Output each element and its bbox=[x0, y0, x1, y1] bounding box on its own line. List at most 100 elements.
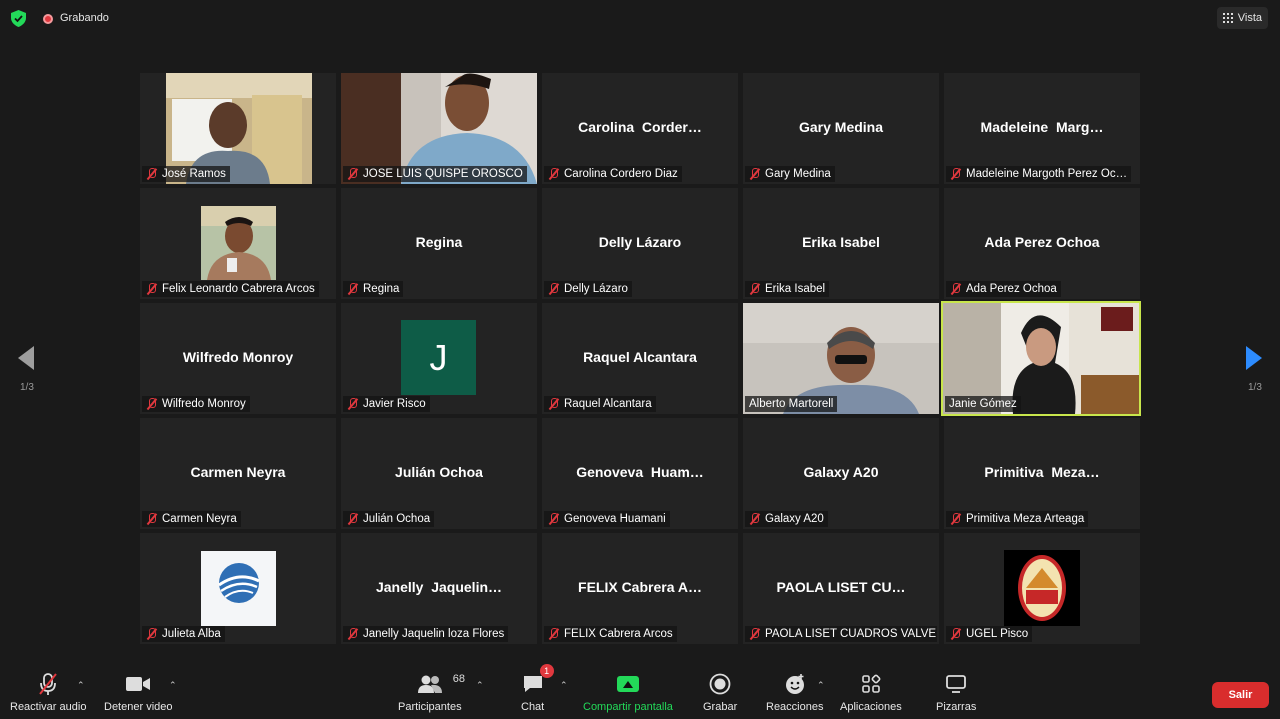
participant-tile[interactable]: Delly Lázaro Delly Lázaro bbox=[542, 188, 738, 299]
participant-label: PAOLA LISET CUADROS VALVE… bbox=[745, 626, 937, 642]
participant-tile[interactable]: Ada Perez Ochoa Ada Perez Ochoa bbox=[944, 188, 1140, 299]
participant-name: PAOLA LISET CU… bbox=[776, 579, 906, 595]
whiteboards-button[interactable]: Pizarras bbox=[936, 672, 976, 713]
view-label: Vista bbox=[1237, 12, 1262, 24]
view-button[interactable]: Vista bbox=[1216, 7, 1268, 29]
stop-video-button[interactable]: Detener video bbox=[104, 672, 173, 713]
unmute-audio-button[interactable]: Reactivar audio bbox=[10, 672, 86, 713]
muted-mic-icon bbox=[749, 513, 761, 525]
audio-options-chevron-icon[interactable]: ⌃ bbox=[77, 680, 85, 690]
participant-tile[interactable]: Wilfredo Monroy Wilfredo Monroy bbox=[140, 303, 336, 414]
share-screen-button[interactable]: Compartir pantalla bbox=[583, 672, 673, 713]
participant-tile[interactable]: Madeleine Marg… Madeleine Margoth Perez … bbox=[944, 73, 1140, 184]
participant-tile[interactable]: Gary Medina Gary Medina bbox=[743, 73, 939, 184]
participant-tile-active-speaker[interactable]: Janie Gómez bbox=[941, 301, 1141, 416]
participant-name: Galaxy A20 bbox=[803, 464, 879, 480]
muted-mic-icon bbox=[950, 283, 962, 295]
participant-tile[interactable]: Julieta Alba bbox=[140, 533, 336, 644]
muted-mic-icon bbox=[146, 513, 158, 525]
participant-name: Regina bbox=[415, 234, 463, 250]
participant-tile[interactable]: Felix Leonardo Cabrera Arcos bbox=[140, 188, 336, 299]
meeting-toolbar: Reactivar audio ⌃ Detener video ⌃ 68 Par… bbox=[0, 660, 1280, 719]
apps-button[interactable]: Aplicaciones bbox=[840, 672, 902, 713]
participant-name: Genoveva Huam… bbox=[576, 464, 704, 480]
muted-mic-icon bbox=[749, 168, 761, 180]
participant-tile[interactable]: PAOLA LISET CU… PAOLA LISET CUADROS VALV… bbox=[743, 533, 939, 644]
participant-label: Regina bbox=[343, 281, 404, 297]
participant-label: Gary Medina bbox=[745, 166, 835, 182]
participant-tile[interactable]: Regina Regina bbox=[341, 188, 537, 299]
participant-tile[interactable]: Galaxy A20 Galaxy A20 bbox=[743, 418, 939, 529]
camara-comercio-logo bbox=[201, 551, 276, 626]
page-indicator-right: 1/3 bbox=[1248, 382, 1262, 393]
chat-options-chevron-icon[interactable]: ⌃ bbox=[560, 680, 568, 690]
reactions-label: Reacciones bbox=[766, 701, 824, 713]
apps-label: Aplicaciones bbox=[840, 701, 902, 713]
participant-tile[interactable]: FELIX Cabrera A… FELIX Cabrera Arcos bbox=[542, 533, 738, 644]
participant-tile[interactable]: Alberto Martorell bbox=[743, 303, 939, 414]
participant-label: Wilfredo Monroy bbox=[142, 396, 250, 412]
participant-tile[interactable]: Carmen Neyra Carmen Neyra bbox=[140, 418, 336, 529]
arrow-right-icon bbox=[1246, 346, 1262, 370]
share-screen-icon bbox=[616, 676, 639, 692]
reactions-options-chevron-icon[interactable]: ⌃ bbox=[817, 680, 825, 690]
participant-tile[interactable]: J Javier Risco bbox=[341, 303, 537, 414]
participant-tile[interactable]: JOSE LUIS QUISPE OROSCO bbox=[341, 73, 537, 184]
chat-button[interactable]: 1 Chat bbox=[521, 664, 554, 713]
participant-name: Julián Ochoa bbox=[395, 464, 483, 480]
stop-video-label: Detener video bbox=[104, 701, 173, 713]
participant-label: Felix Leonardo Cabrera Arcos bbox=[142, 281, 319, 297]
recording-label: Grabando bbox=[60, 12, 109, 24]
smiley-icon bbox=[784, 672, 806, 696]
record-button[interactable]: Grabar bbox=[703, 672, 737, 713]
ugel-pisco-logo bbox=[1004, 550, 1080, 626]
muted-mic-icon bbox=[347, 628, 359, 640]
gallery-view: José Ramos JOSE LUIS QUISPE OROSCO Carol… bbox=[140, 73, 1141, 645]
chat-bubble-icon: 1 bbox=[522, 664, 554, 696]
participant-label: Janelly Jaquelin loza Flores bbox=[343, 626, 509, 642]
participant-tile[interactable]: Raquel Alcantara Raquel Alcantara bbox=[542, 303, 738, 414]
participant-name: Madeleine Marg… bbox=[980, 119, 1104, 135]
participant-label: Javier Risco bbox=[343, 396, 430, 412]
participant-tile[interactable]: José Ramos bbox=[140, 73, 336, 184]
reactions-button[interactable]: Reacciones bbox=[766, 672, 823, 713]
participants-button[interactable]: 68 Participantes bbox=[398, 672, 465, 713]
previous-page-button[interactable]: 1/3 bbox=[16, 346, 36, 406]
participant-tile[interactable]: Janelly Jaquelin… Janelly Jaquelin loza … bbox=[341, 533, 537, 644]
participant-label: Alberto Martorell bbox=[745, 396, 838, 412]
security-shield-icon[interactable] bbox=[11, 10, 26, 27]
participant-label: Janie Gómez bbox=[945, 396, 1021, 412]
recording-icon bbox=[43, 14, 53, 24]
participant-label: Julieta Alba bbox=[142, 626, 225, 642]
muted-mic-icon bbox=[749, 283, 761, 295]
chat-unread-badge: 1 bbox=[539, 664, 554, 678]
participant-label: Julián Ochoa bbox=[343, 511, 435, 527]
muted-mic-icon bbox=[548, 513, 560, 525]
participant-tile[interactable]: Primitiva Meza… Primitiva Meza Arteaga bbox=[944, 418, 1140, 529]
whiteboards-label: Pizarras bbox=[936, 701, 977, 713]
participant-label: Ada Perez Ochoa bbox=[946, 281, 1061, 297]
arrow-left-icon bbox=[18, 346, 34, 370]
participant-name: Primitiva Meza… bbox=[984, 464, 1100, 480]
participant-name: Carolina Corder… bbox=[578, 119, 702, 135]
participant-tile[interactable]: Carolina Corder… Carolina Cordero Diaz bbox=[542, 73, 738, 184]
muted-mic-icon bbox=[347, 513, 359, 525]
participant-label: José Ramos bbox=[142, 166, 230, 182]
next-page-button[interactable]: 1/3 bbox=[1244, 346, 1264, 406]
video-options-chevron-icon[interactable]: ⌃ bbox=[169, 680, 177, 690]
participant-name: Delly Lázaro bbox=[598, 234, 682, 250]
share-screen-label: Compartir pantalla bbox=[583, 701, 673, 713]
participant-label: Erika Isabel bbox=[745, 281, 830, 297]
participant-tile[interactable]: Genoveva Huam… Genoveva Huamani bbox=[542, 418, 738, 529]
muted-mic-icon bbox=[347, 168, 359, 180]
participant-label: Galaxy A20 bbox=[745, 511, 828, 527]
participant-tile[interactable]: UGEL Pisco bbox=[944, 533, 1140, 644]
video-camera-icon bbox=[125, 672, 151, 696]
participant-tile[interactable]: Erika Isabel Erika Isabel bbox=[743, 188, 939, 299]
whiteboard-icon bbox=[945, 672, 967, 696]
participants-options-chevron-icon[interactable]: ⌃ bbox=[476, 680, 484, 690]
muted-mic-icon bbox=[146, 398, 158, 410]
participant-tile[interactable]: Julián Ochoa Julián Ochoa bbox=[341, 418, 537, 529]
muted-mic-icon bbox=[548, 628, 560, 640]
leave-meeting-button[interactable]: Salir bbox=[1212, 682, 1269, 708]
